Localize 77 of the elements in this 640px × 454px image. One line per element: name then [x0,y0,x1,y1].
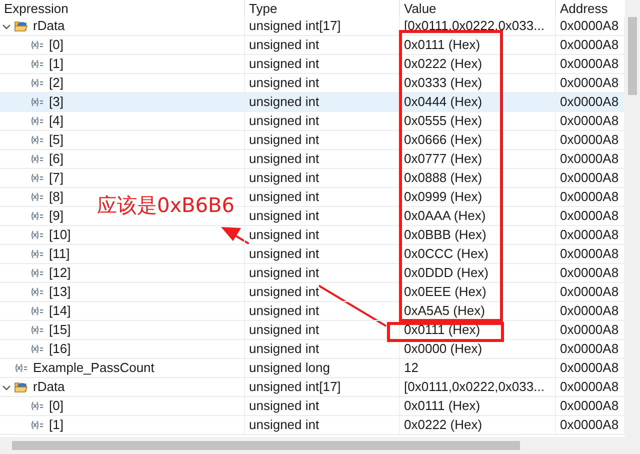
value-cell: 0x0777 (Hex) [400,150,556,168]
variable-icon [30,344,44,354]
column-header[interactable]: Expression [0,0,245,17]
column-header[interactable]: Address [556,0,625,17]
value-cell: 0x0000 (Hex) [400,340,556,358]
expression-name: [1] [48,55,64,73]
expression-name: [16] [48,340,71,358]
expression-name: [6] [48,150,64,168]
horizontal-scrollbar[interactable] [0,437,640,454]
variable-icon [30,40,44,50]
value-cell: 0x0999 (Hex) [400,188,556,206]
column-header[interactable]: Value [400,0,556,17]
variable-icon [30,306,44,316]
folder-icon [14,381,28,393]
value-cell: 0x0111 (Hex) [400,36,556,54]
annotation-text: 应该是0xB6B6 [97,192,234,219]
variable-icon [30,135,44,145]
expand-chevron-icon[interactable] [2,22,11,30]
variable-icon [30,78,44,88]
value-cell: 0x0BBB (Hex) [400,226,556,244]
expression-name: rData [32,378,65,396]
folder-icon [14,20,28,32]
variable-icon [30,230,44,240]
expression-name: [1] [48,416,64,434]
expression-name: [11] [48,245,70,263]
value-cell: 12 [400,359,556,377]
value-cell: 0x0555 (Hex) [400,112,556,130]
expression-name: [5] [48,131,64,149]
value-cell: 0x0222 (Hex) [400,55,556,73]
expand-chevron-icon[interactable] [2,382,11,392]
vertical-scrollbar[interactable] [625,0,640,437]
expression-name: rData [32,17,65,35]
type-cell: unsigned int [249,283,320,301]
variable-icon [30,116,44,126]
expression-name: [2] [48,74,64,92]
expression-name: [12] [48,264,71,282]
value-cell: 0x0DDD (Hex) [400,264,556,282]
variable-icon [30,192,44,202]
value-cell: 0x0CCC (Hex) [400,245,556,263]
value-cell: 0x0222 (Hex) [400,416,556,434]
type-cell: unsigned int [249,264,320,282]
expression-name: [9] [48,207,64,225]
variable-icon [30,268,44,278]
value-cell: [0x0111,0x0222,0x033... [400,17,556,35]
variable-icon [14,363,28,373]
variable-icon [30,173,44,183]
variable-icon [30,59,44,69]
value-cell: 0x0666 (Hex) [400,131,556,149]
variable-icon [30,420,44,430]
value-cell: 0xA5A5 (Hex) [400,302,556,320]
variable-icon [30,211,44,221]
value-cell: 0x0444 (Hex) [400,93,556,111]
expression-name: [15] [48,321,71,339]
expression-name: [10] [48,226,71,244]
expression-name: Example_PassCount [32,359,154,377]
variable-icon [30,154,44,164]
variable-icon [30,249,44,259]
value-cell: 0x0AAA (Hex) [400,207,556,225]
variable-icon [30,97,44,107]
value-cell: 0x0888 (Hex) [400,169,556,187]
value-cell: [0x0111,0x0222,0x033... [400,378,556,396]
expression-name: [13] [48,283,71,301]
variable-icon [30,287,44,297]
variable-icon [30,401,44,411]
expression-name: [3] [48,93,64,111]
value-cell: 0x0111 (Hex) [400,397,556,415]
value-cell: 0x0111 (Hex) [400,321,556,339]
expression-name: [14] [48,302,71,320]
value-cell: 0x0EEE (Hex) [400,283,556,301]
expression-name: [7] [48,169,64,187]
expression-name: [4] [48,112,64,130]
variable-icon [30,325,44,335]
expression-name: [8] [48,188,64,206]
type-cell: unsigned int [249,245,320,263]
value-cell: 0x0333 (Hex) [400,74,556,92]
expression-name: [0] [48,397,64,415]
expression-name: [0] [48,36,64,54]
